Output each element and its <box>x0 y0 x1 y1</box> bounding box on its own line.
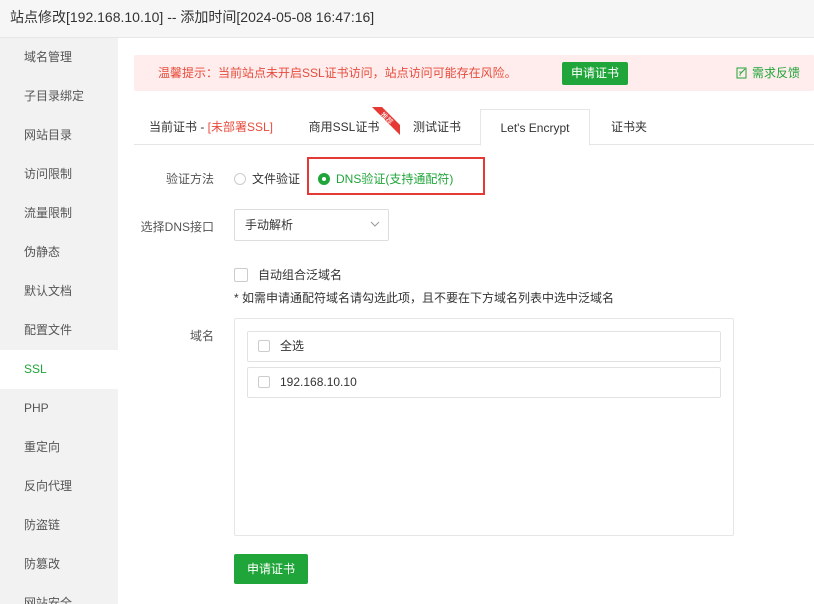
recommend-ribbon: 推荐 <box>372 107 400 135</box>
cert-status: [未部署SSL] <box>207 120 274 134</box>
sidebar-item-subdirectory[interactable]: 子目录绑定 <box>0 77 118 116</box>
tab-cert-folder[interactable]: 证书夹 <box>602 109 656 145</box>
domain-list-item[interactable]: 192.168.10.10 <box>247 367 721 398</box>
domain-checkbox[interactable] <box>258 376 270 388</box>
wildcard-hint: * 如需申请通配符域名请勾选此项，且不要在下方域名列表中选中泛域名 <box>234 291 615 305</box>
sidebar-item-site-security[interactable]: 网站安全 <box>0 584 118 604</box>
ssl-warning-banner: 温馨提示：当前站点未开启SSL证书访问，站点访问可能存在风险。 申请证书 需求反… <box>134 55 814 91</box>
apply-cert-button[interactable]: 申请证书 <box>234 554 308 584</box>
domain-label: 域名 <box>189 329 214 343</box>
main-panel: 温馨提示：当前站点未开启SSL证书访问，站点访问可能存在风险。 申请证书 需求反… <box>118 38 814 604</box>
verify-method-label: 验证方法 <box>165 172 214 186</box>
select-all-checkbox[interactable] <box>258 340 270 352</box>
dns-api-value: 手动解析 <box>245 218 294 232</box>
chevron-down-icon <box>370 221 380 227</box>
wildcard-checkbox-row[interactable]: 自动组合泛域名 <box>234 266 342 283</box>
sidebar-item-default-doc[interactable]: 默认文档 <box>0 272 118 311</box>
tab-current-cert[interactable]: 当前证书 - [未部署SSL] <box>134 109 288 145</box>
sidebar-item-domains[interactable]: 域名管理 <box>0 38 118 77</box>
feedback-label: 需求反馈 <box>752 66 801 80</box>
select-all-label: 全选 <box>280 339 305 353</box>
file-verify-label: 文件验证 <box>252 172 301 186</box>
sidebar-item-reverse-proxy[interactable]: 反向代理 <box>0 467 118 506</box>
dns-api-label: 选择DNS接口 <box>140 220 214 234</box>
wildcard-checkbox[interactable] <box>234 268 248 282</box>
dns-api-select[interactable]: 手动解析 <box>234 209 389 241</box>
domain-list: 全选 192.168.10.10 <box>234 318 734 536</box>
sidebar-item-traffic-limit[interactable]: 流量限制 <box>0 194 118 233</box>
sidebar-item-site-directory[interactable]: 网站目录 <box>0 116 118 155</box>
sidebar-item-access-limit[interactable]: 访问限制 <box>0 155 118 194</box>
highlight-box <box>307 157 485 195</box>
banner-apply-cert-button[interactable]: 申请证书 <box>562 62 628 85</box>
ssl-tabs: 当前证书 - [未部署SSL] 商用SSL证书 推荐 测试证书 Let's En… <box>134 107 814 146</box>
sidebar-item-ssl[interactable]: SSL <box>0 350 118 389</box>
sidebar-item-rewrite[interactable]: 伪静态 <box>0 233 118 272</box>
sidebar-item-tamper-proof[interactable]: 防篡改 <box>0 545 118 584</box>
file-verify-radio[interactable]: 文件验证 <box>234 170 300 187</box>
edit-icon <box>736 67 747 79</box>
ssl-warning-text: 温馨提示：当前站点未开启SSL证书访问，站点访问可能存在风险。 <box>158 66 517 80</box>
tab-current-cert-label: 当前证书 - <box>148 120 208 134</box>
sidebar-item-hotlink[interactable]: 防盗链 <box>0 506 118 545</box>
domain-select-all[interactable]: 全选 <box>247 331 721 362</box>
tab-test-cert[interactable]: 测试证书 <box>404 109 470 145</box>
sidebar-item-php[interactable]: PHP <box>0 389 118 428</box>
sidebar-item-redirect[interactable]: 重定向 <box>0 428 118 467</box>
sidebar-item-config-file[interactable]: 配置文件 <box>0 311 118 350</box>
wildcard-label: 自动组合泛域名 <box>258 268 343 282</box>
radio-unchecked-icon <box>234 173 246 185</box>
tab-lets-encrypt[interactable]: Let's Encrypt <box>480 109 590 146</box>
feedback-link[interactable]: 需求反馈 <box>736 55 800 91</box>
sidebar: 域名管理 子目录绑定 网站目录 访问限制 流量限制 伪静态 默认文档 配置文件 … <box>0 38 118 604</box>
domain-item-label: 192.168.10.10 <box>280 375 357 389</box>
window-title: 站点修改[192.168.10.10] -- 添加时间[2024-05-08 1… <box>0 0 814 38</box>
